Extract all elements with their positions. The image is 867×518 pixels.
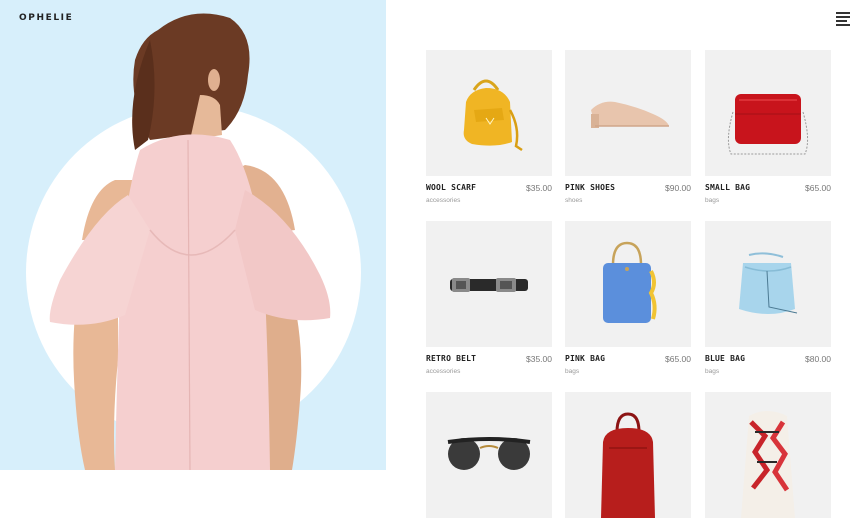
product-name[interactable]: WOOL SCARF: [426, 183, 476, 192]
product-price: $35.00: [526, 354, 552, 364]
product-card[interactable]: [565, 392, 691, 518]
black-belt-image: [450, 278, 528, 292]
product-card[interactable]: BLUE BAG $80.00 bags: [705, 221, 831, 375]
product-price: $65.00: [805, 183, 831, 193]
light-blue-bucket-bag-image: [739, 252, 798, 314]
product-name[interactable]: RETRO BELT: [426, 354, 476, 363]
product-card[interactable]: SMALL BAG $65.00 bags: [705, 50, 831, 204]
product-image[interactable]: [565, 50, 691, 176]
blue-handbag-image: [603, 241, 657, 323]
product-card[interactable]: RETRO BELT $35.00 accessories: [426, 221, 552, 375]
hero-panel: OPHELIE: [0, 0, 386, 470]
red-backpack-image: [601, 412, 655, 518]
product-category[interactable]: shoes: [565, 197, 582, 204]
product-card[interactable]: PINK BAG $65.00 bags: [565, 221, 691, 375]
product-image[interactable]: [426, 392, 552, 518]
sunglasses-image: [447, 437, 531, 470]
product-card[interactable]: WOOL SCARF $35.00 accessories: [426, 50, 552, 204]
product-card[interactable]: [426, 392, 552, 518]
product-category[interactable]: accessories: [426, 197, 460, 204]
brand-logo[interactable]: OPHELIE: [19, 13, 73, 23]
product-category[interactable]: bags: [565, 368, 579, 375]
model-image: [49, 13, 331, 470]
product-price: $65.00: [665, 354, 691, 364]
product-image[interactable]: [705, 392, 831, 518]
product-category[interactable]: bags: [705, 368, 719, 375]
product-category[interactable]: accessories: [426, 368, 460, 375]
red-crossbody-bag-image: [727, 94, 809, 155]
product-image[interactable]: [565, 392, 691, 518]
product-name[interactable]: BLUE BAG: [705, 354, 745, 363]
beige-mule-shoe-image: [591, 101, 669, 128]
product-price: $90.00: [665, 183, 691, 193]
product-card[interactable]: [705, 392, 831, 518]
product-image[interactable]: [565, 221, 691, 347]
product-image[interactable]: [705, 50, 831, 176]
product-price: $35.00: [526, 183, 552, 193]
hamburger-menu-icon[interactable]: [836, 12, 850, 26]
product-card[interactable]: PINK SHOES $90.00 shoes: [565, 50, 691, 204]
product-name[interactable]: PINK SHOES: [565, 183, 615, 192]
product-price: $80.00: [805, 354, 831, 364]
product-name[interactable]: SMALL BAG: [705, 183, 750, 192]
product-name[interactable]: PINK BAG: [565, 354, 605, 363]
printed-scarf-image: [741, 411, 795, 518]
product-image[interactable]: [426, 221, 552, 347]
product-category[interactable]: bags: [705, 197, 719, 204]
product-image[interactable]: [426, 50, 552, 176]
product-image[interactable]: [705, 221, 831, 347]
yellow-backpack-image: [463, 79, 523, 152]
